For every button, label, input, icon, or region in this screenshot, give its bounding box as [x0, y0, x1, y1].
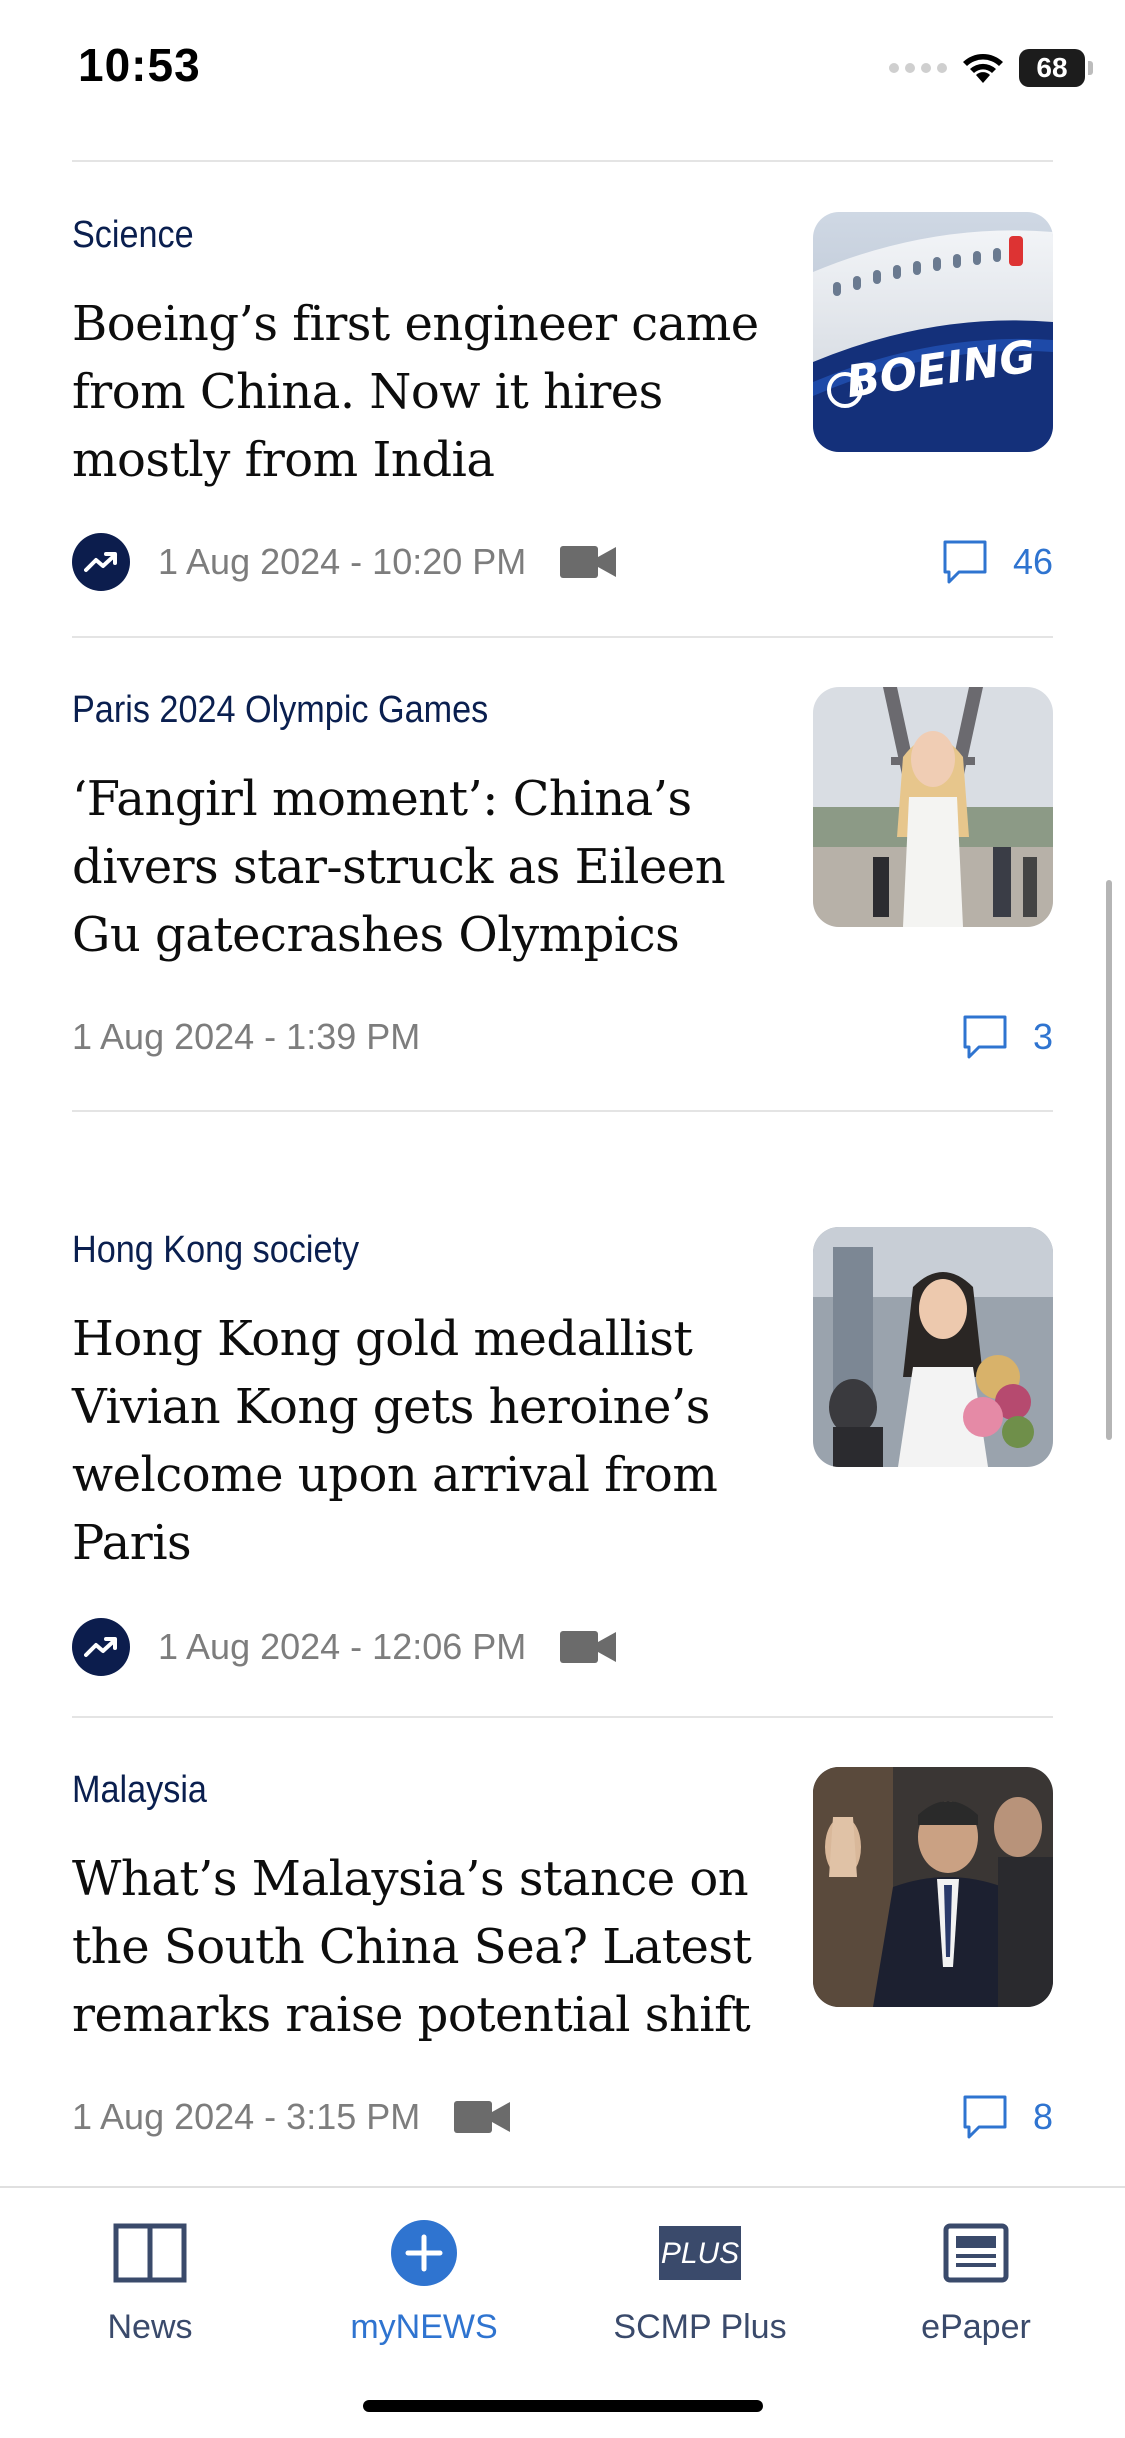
- divider: [72, 636, 1053, 638]
- tab-news[interactable]: News: [10, 2218, 290, 2347]
- headline-line: Vivian Kong gets heroine’s: [72, 1379, 710, 1435]
- comments-button[interactable]: 46: [941, 532, 1053, 592]
- article-meta: 1 Aug 2024 - 1:39 PM: [72, 1007, 420, 1067]
- status-time: 10:53: [78, 39, 201, 91]
- headline-line: mostly from India: [72, 432, 495, 488]
- article-card[interactable]: Science Boeing’s first engineer came fro…: [72, 210, 1053, 630]
- boeing-plane-image: BOEING: [813, 212, 1053, 452]
- comment-count: 46: [1012, 541, 1053, 582]
- newspaper-icon: [943, 2218, 1009, 2288]
- article-headline[interactable]: Hong Kong gold medallist Vivian Kong get…: [72, 1305, 772, 1577]
- article-section[interactable]: Paris 2024 Olympic Games: [72, 689, 488, 732]
- eiffel-tower-portrait-image: [813, 687, 1053, 927]
- article-headline[interactable]: What’s Malaysia’s stance on the South Ch…: [72, 1845, 772, 2049]
- video-icon: [560, 1628, 617, 1666]
- article-date: 1 Aug 2024 - 3:15 PM: [72, 2096, 421, 2137]
- headline-line: from China. Now it hires: [72, 364, 663, 420]
- divider: [72, 1716, 1053, 1718]
- tab-label: SCMP Plus: [613, 2308, 787, 2346]
- article-date: 1 Aug 2024 - 12:06 PM: [158, 1626, 527, 1667]
- plus-badge-icon: PLUS: [659, 2218, 741, 2288]
- comment-count: 3: [1032, 1016, 1053, 1057]
- battery-icon: 68: [1019, 49, 1093, 87]
- medallist-arrival-image: [813, 1227, 1053, 1467]
- headline-line: Gu gatecrashes Olympics: [72, 907, 680, 963]
- comments-button[interactable]: 3: [961, 1007, 1053, 1067]
- headline-line: the South China Sea? Latest: [72, 1919, 752, 1975]
- headline-line: Hong Kong gold medallist: [72, 1311, 693, 1367]
- divider: [72, 1110, 1053, 1112]
- article-headline[interactable]: Boeing’s first engineer came from China.…: [72, 290, 772, 494]
- headline-line: welcome upon arrival from: [72, 1447, 718, 1503]
- tab-label: myNEWS: [350, 2308, 498, 2346]
- malaysia-official-image: [813, 1767, 1053, 2007]
- article-date: 1 Aug 2024 - 10:20 PM: [158, 541, 527, 582]
- comment-icon: [943, 540, 987, 584]
- article-thumbnail[interactable]: [813, 687, 1053, 927]
- article-thumbnail[interactable]: [813, 1227, 1053, 1467]
- comment-icon: [963, 2095, 1007, 2139]
- plus-circle-icon: [390, 2218, 458, 2288]
- tab-label: ePaper: [921, 2308, 1031, 2346]
- article-date: 1 Aug 2024 - 1:39 PM: [72, 1016, 421, 1057]
- wifi-icon: [963, 54, 1003, 83]
- headline-line: divers star-struck as Eileen: [72, 839, 726, 895]
- video-icon: [560, 543, 617, 581]
- headline-line: ‘Fangirl moment’: China’s: [72, 771, 692, 827]
- article-section[interactable]: Hong Kong society: [72, 1229, 359, 1272]
- divider: [72, 160, 1053, 162]
- scrollbar[interactable]: [1106, 880, 1112, 1440]
- article-section[interactable]: Science: [72, 214, 194, 257]
- headline-line: Paris: [72, 1515, 192, 1571]
- article-section[interactable]: Malaysia: [72, 1769, 207, 1812]
- video-icon: [454, 2098, 511, 2136]
- article-card[interactable]: Paris 2024 Olympic Games ‘Fangirl moment…: [72, 685, 1053, 1105]
- headline-line: What’s Malaysia’s stance on: [72, 1851, 749, 1907]
- article-meta: 1 Aug 2024 - 3:15 PM: [72, 2087, 511, 2147]
- tab-mynews[interactable]: myNEWS: [284, 2218, 564, 2347]
- battery-level: 68: [1036, 52, 1068, 83]
- status-bar: 10:53 68: [0, 0, 1125, 140]
- cellular-signal-icon: [889, 63, 947, 73]
- tab-label: News: [107, 2308, 193, 2346]
- tab-scmp-plus[interactable]: PLUS SCMP Plus: [560, 2218, 840, 2347]
- tab-epaper[interactable]: ePaper: [836, 2218, 1116, 2347]
- comment-icon: [963, 1015, 1007, 1059]
- article-headline[interactable]: ‘Fangirl moment’: China’s divers star-st…: [72, 765, 772, 969]
- trending-icon: [72, 1618, 130, 1676]
- book-icon: [113, 2218, 187, 2288]
- article-thumbnail[interactable]: BOEING: [813, 212, 1053, 452]
- status-icons: 68: [889, 48, 1093, 88]
- article-thumbnail[interactable]: [813, 1767, 1053, 2007]
- headline-line: remarks raise potential shift: [72, 1987, 751, 2043]
- home-indicator[interactable]: [363, 2400, 763, 2412]
- article-card[interactable]: Hong Kong society Hong Kong gold medalli…: [72, 1225, 1053, 1705]
- headline-line: Boeing’s first engineer came: [72, 296, 759, 352]
- article-meta: 1 Aug 2024 - 12:06 PM: [72, 1617, 617, 1677]
- comment-count: 8: [1032, 2096, 1053, 2137]
- article-meta: 1 Aug 2024 - 10:20 PM: [72, 532, 617, 592]
- comments-button[interactable]: 8: [961, 2087, 1053, 2147]
- trending-icon: [72, 533, 130, 591]
- article-card[interactable]: Malaysia What’s Malaysia’s stance on the…: [72, 1765, 1053, 2185]
- plus-badge-text: PLUS: [661, 2237, 739, 2270]
